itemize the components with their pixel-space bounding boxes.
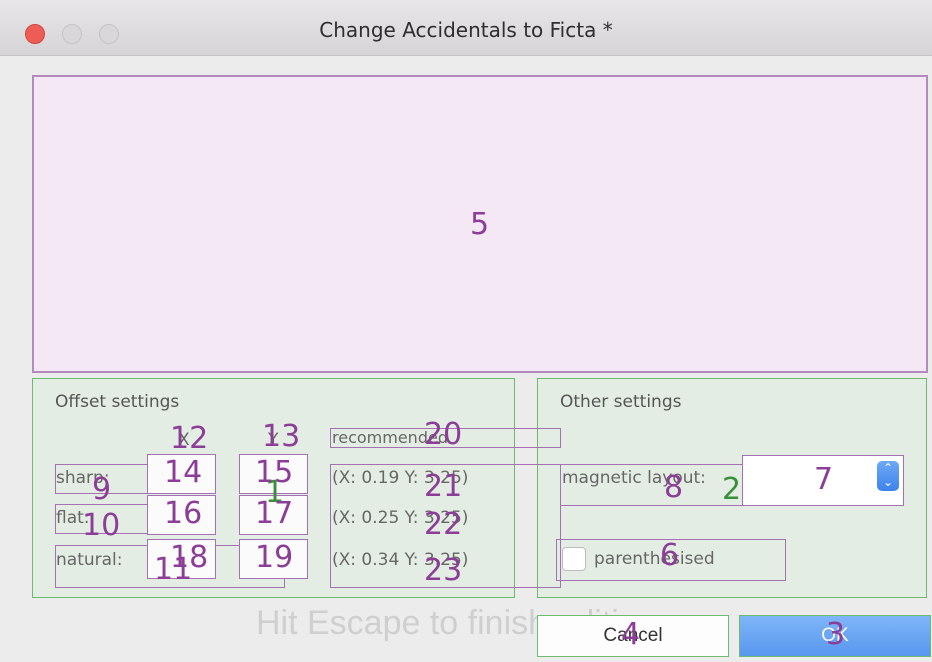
overlay-label-19: 19: [255, 540, 294, 575]
overlay-label-5: 5: [470, 207, 490, 242]
overlay-label-21: 21: [424, 469, 463, 504]
overlay-label-9: 9: [92, 472, 112, 507]
overlay-label-22: 22: [424, 507, 463, 542]
magnetic-layout-label: magnetic layout:: [562, 468, 706, 488]
overlay-label-8: 8: [664, 470, 684, 505]
window-title: Change Accidentals to Ficta *: [319, 18, 613, 42]
offset-settings-title: Offset settings: [55, 392, 180, 412]
parenthesised-label: parenthesised: [594, 549, 715, 569]
overlay-label-7: 7: [814, 462, 834, 497]
overlay-label-16: 16: [164, 496, 203, 531]
overlay-label-23: 23: [424, 553, 463, 588]
overlay-label-10: 10: [82, 508, 121, 543]
parenthesised-checkbox[interactable]: [562, 547, 586, 571]
stepper-arrows-icon[interactable]: ⌃ ⌄: [877, 461, 899, 491]
overlay-label-14: 14: [164, 455, 203, 490]
overlay-label-2: 2: [722, 472, 742, 507]
overlay-label-13: 13: [262, 419, 301, 454]
overlay-label-3: 3: [826, 617, 846, 652]
other-settings-title: Other settings: [560, 392, 682, 412]
overlay-label-4: 4: [621, 617, 641, 652]
overlay-label-15: 15: [255, 455, 294, 490]
title-bar: Change Accidentals to Ficta *: [0, 0, 932, 56]
overlay-label-17: 17: [255, 496, 294, 531]
overlay-label-12: 12: [170, 421, 209, 456]
natural-label: natural:: [56, 550, 123, 570]
overlay-label-6: 6: [660, 538, 680, 573]
overlay-label-18: 18: [170, 540, 209, 575]
overlay-label-20: 20: [424, 417, 463, 452]
